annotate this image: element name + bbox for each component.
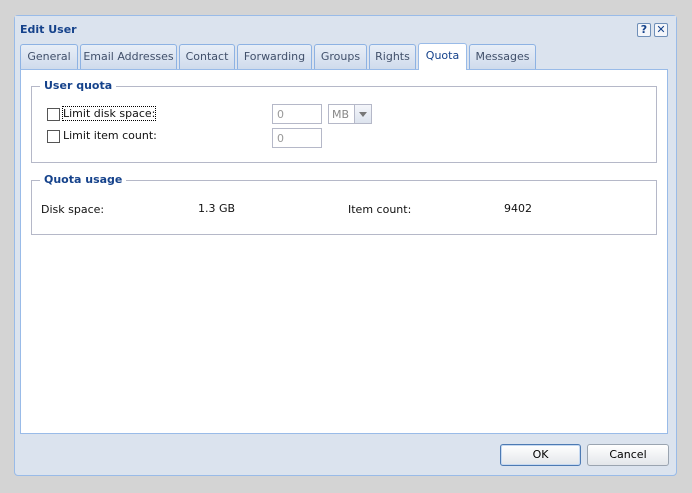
item-count-label: Item count:: [348, 203, 412, 216]
tab-quota[interactable]: Quota: [418, 43, 467, 70]
limit-disk-checkbox[interactable]: [47, 108, 60, 121]
tab-bar: General Email Addresses Contact Forwardi…: [20, 43, 668, 70]
limit-items-checkbox[interactable]: [47, 130, 60, 143]
chevron-down-icon[interactable]: [354, 105, 371, 123]
disk-space-value: 1.3 GB: [198, 202, 236, 215]
quota-usage-legend: Quota usage: [40, 173, 127, 186]
item-count-value: 9402: [504, 202, 532, 215]
tab-contact[interactable]: Contact: [179, 44, 235, 69]
ok-button[interactable]: OK: [500, 444, 581, 466]
limit-disk-label[interactable]: Limit disk space:: [61, 106, 157, 121]
tab-general[interactable]: General: [20, 44, 78, 69]
user-quota-legend: User quota: [40, 79, 117, 92]
dialog-title: Edit User: [20, 23, 77, 36]
item-limit-input[interactable]: [272, 128, 322, 148]
user-quota-group: User quota Limit disk space: MB Limit it…: [31, 79, 657, 163]
edit-user-dialog: Edit User ? ✕ General Email Addresses Co…: [14, 15, 677, 476]
close-icon[interactable]: ✕: [654, 23, 668, 37]
limit-items-label[interactable]: Limit item count:: [63, 129, 157, 142]
disk-unit-select[interactable]: MB: [328, 104, 372, 124]
tab-rights[interactable]: Rights: [369, 44, 416, 69]
quota-usage-group: Quota usage Disk space: 1.3 GB Item coun…: [31, 173, 657, 235]
tab-forwarding[interactable]: Forwarding: [237, 44, 312, 69]
disk-space-label: Disk space:: [41, 203, 105, 216]
tab-groups[interactable]: Groups: [314, 44, 367, 69]
tab-messages[interactable]: Messages: [469, 44, 536, 69]
dialog-titlebar[interactable]: Edit User ? ✕: [15, 16, 676, 43]
help-icon[interactable]: ?: [637, 23, 651, 37]
disk-unit-value: MB: [332, 108, 350, 121]
tab-email-addresses[interactable]: Email Addresses: [80, 44, 177, 69]
quota-panel: User quota Limit disk space: MB Limit it…: [20, 69, 668, 434]
cancel-button[interactable]: Cancel: [587, 444, 669, 466]
disk-limit-input[interactable]: [272, 104, 322, 124]
